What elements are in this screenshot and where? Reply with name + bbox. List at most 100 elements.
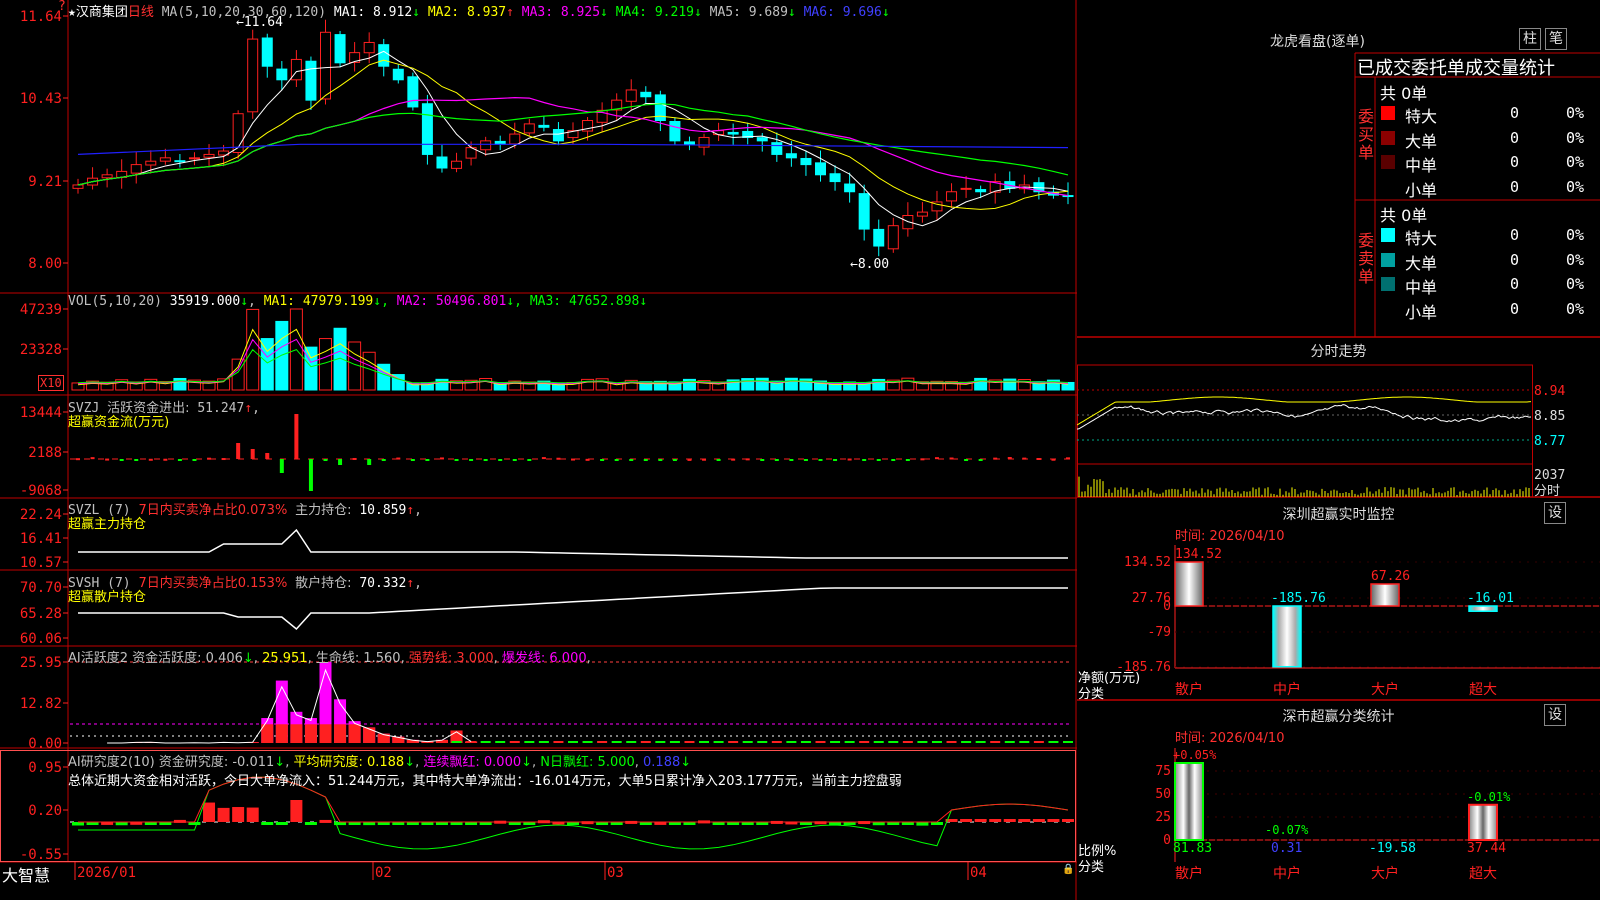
x-tick-label: 03 <box>607 865 624 881</box>
candle <box>261 37 273 67</box>
candle <box>392 68 404 81</box>
active-bar <box>568 741 578 743</box>
row-count: 0 <box>1510 250 1520 269</box>
candle <box>873 228 885 247</box>
active-bar <box>771 741 782 743</box>
classify-settings-button[interactable]: 设 <box>1544 704 1566 726</box>
vol-ma1 <box>77 328 1069 386</box>
flow-bar <box>1066 457 1070 460</box>
candle <box>887 225 899 250</box>
candle <box>436 156 448 169</box>
svzl-ytick: 22.24 <box>20 507 62 523</box>
classify-ytick: 0 <box>1163 833 1171 848</box>
research-bar <box>217 807 230 822</box>
active-bar <box>655 741 666 743</box>
classify-time: 时间: 2026/04/10 <box>1175 731 1285 746</box>
ai-research-ytick: 0.95 <box>28 760 62 776</box>
research-bar <box>319 819 332 823</box>
flow-bar <box>483 459 488 461</box>
main-ytick: 9.21 <box>28 174 62 190</box>
monitor-bar <box>1370 583 1400 607</box>
flow-bar <box>964 459 969 461</box>
volume-bar <box>479 378 493 391</box>
active-line <box>107 668 472 744</box>
volume-bar <box>784 377 798 391</box>
vol-ma2 <box>77 338 1069 385</box>
volume-bar <box>974 377 988 391</box>
flow-bar <box>891 459 896 461</box>
flow-bar <box>658 459 663 461</box>
monitor-category: 超大 <box>1469 682 1497 698</box>
flow-bar <box>556 457 561 460</box>
row-pct: 0% <box>1566 299 1585 318</box>
flow-bar <box>410 459 415 461</box>
candle <box>363 41 375 54</box>
classify-top-label: -0.07% <box>1265 823 1309 837</box>
ai-research-ytick: -0.55 <box>20 847 62 863</box>
row-name: 大单 <box>1405 131 1438 151</box>
marker-icon: ? <box>58 0 66 14</box>
main-ytick: 11.64 <box>20 9 62 25</box>
flow-bar <box>163 458 168 461</box>
active-bar <box>699 741 710 743</box>
intraday-ytick: 8.94 <box>1534 384 1565 399</box>
svzj-ytick: 2188 <box>28 445 62 461</box>
volume-bar <box>275 320 289 391</box>
monitor-ytick: -79 <box>1148 625 1171 640</box>
color-swatch <box>1381 130 1395 145</box>
ma-item: MA4: 9.219 <box>615 5 694 20</box>
row-count: 0 <box>1510 275 1520 293</box>
active-bar <box>859 741 870 743</box>
x-tick-label: 2026/01 <box>77 865 136 881</box>
flow-bar <box>134 459 139 461</box>
candle <box>247 38 259 113</box>
ma-item: MA5: 9.689 <box>709 5 788 20</box>
flow-bar <box>541 457 546 460</box>
flow-bar <box>818 459 823 461</box>
classify-category: 大户 <box>1371 865 1399 882</box>
ma-item: MA3: 8.925 <box>521 5 601 20</box>
monitor-settings-button[interactable]: 设 <box>1544 502 1566 524</box>
row-count: 0 <box>1510 153 1520 171</box>
flow-bar <box>425 459 430 461</box>
active-bar <box>1063 741 1073 743</box>
bar-mode-button[interactable]: 柱 <box>1519 28 1541 50</box>
row-pct: 0% <box>1566 153 1585 171</box>
lock-icon[interactable]: 🔒 <box>1062 864 1074 875</box>
star-icon: ★ <box>68 5 76 20</box>
flow-bar <box>876 459 881 461</box>
flow-bar <box>643 459 648 461</box>
brand-logo[interactable]: 大智慧 <box>2 862 50 886</box>
flow-bar <box>702 458 707 461</box>
active-bar <box>990 741 1001 743</box>
research-bar <box>1062 819 1074 822</box>
flow-bar <box>527 459 532 461</box>
row-count: 0 <box>1510 104 1520 122</box>
svzl-subtitle: 超赢主力持仓 <box>68 517 147 532</box>
row-name: 中单 <box>1405 156 1438 175</box>
dragon-subtitle: 已成交委托单成交量统计 <box>1357 58 1555 79</box>
candle <box>480 140 492 151</box>
tick-mode-button[interactable]: 笔 <box>1545 28 1567 50</box>
flow-bar <box>76 458 80 461</box>
ai-research-header: AI研究度2(10) 资金研究度: -0.011↓, 平均研究度: 0.188↓… <box>68 755 692 770</box>
flow-bar <box>803 459 808 461</box>
research-bar <box>1018 819 1031 822</box>
flow-bar <box>367 459 372 465</box>
ma-values: MA1: 8.912↓ MA2: 8.937↑ MA3: 8.925↓ MA4:… <box>333 5 890 20</box>
candle <box>552 129 564 142</box>
classify-category: 散户 <box>1175 865 1203 882</box>
dragon-row: 中单 0 0% <box>1378 152 1600 175</box>
active-base-bar <box>290 724 303 743</box>
vol-ytick: 23328 <box>20 342 62 358</box>
stock-name[interactable]: 汉商集团 <box>76 5 128 20</box>
classify-bar <box>1174 762 1204 841</box>
active-bar <box>830 741 841 743</box>
intraday-vol-label: 分时 <box>1534 484 1560 499</box>
active-bar <box>844 741 855 743</box>
candle <box>451 160 463 169</box>
ai-active-ytick: 25.95 <box>20 655 62 671</box>
flow-bar <box>381 459 386 461</box>
intraday-ytick: 8.85 <box>1534 409 1565 424</box>
period-label[interactable]: 日线 <box>128 5 154 20</box>
